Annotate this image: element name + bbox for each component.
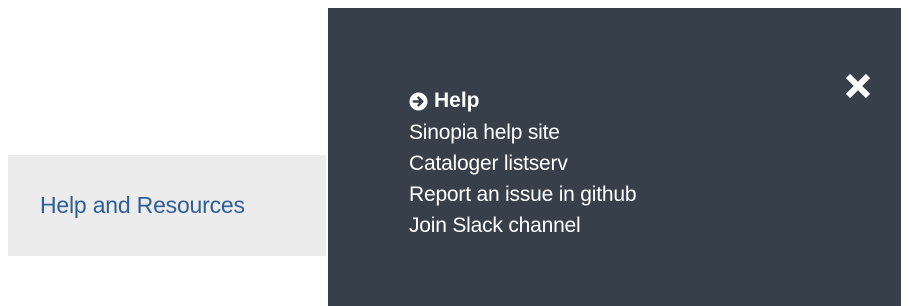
page: Help and Resources Help Sinopia help sit… — [0, 0, 909, 306]
help-panel: Help Sinopia help site Cataloger listser… — [328, 8, 901, 306]
close-icon[interactable] — [840, 68, 876, 104]
help-heading: Help — [409, 87, 636, 115]
help-heading-label: Help — [434, 89, 480, 112]
help-link-report-issue-github[interactable]: Report an issue in github — [409, 181, 637, 208]
help-links-list: Help Sinopia help site Cataloger listser… — [409, 87, 637, 239]
circle-arrow-right-icon — [409, 91, 428, 111]
help-and-resources-label: Help and Resources — [40, 192, 245, 218]
help-and-resources-tab[interactable]: Help and Resources — [8, 155, 326, 256]
help-link-cataloger-listserv[interactable]: Cataloger listserv — [409, 150, 636, 177]
help-link-sinopia-help-site[interactable]: Sinopia help site — [409, 119, 636, 146]
help-link-join-slack-channel[interactable]: Join Slack channel — [409, 212, 636, 239]
